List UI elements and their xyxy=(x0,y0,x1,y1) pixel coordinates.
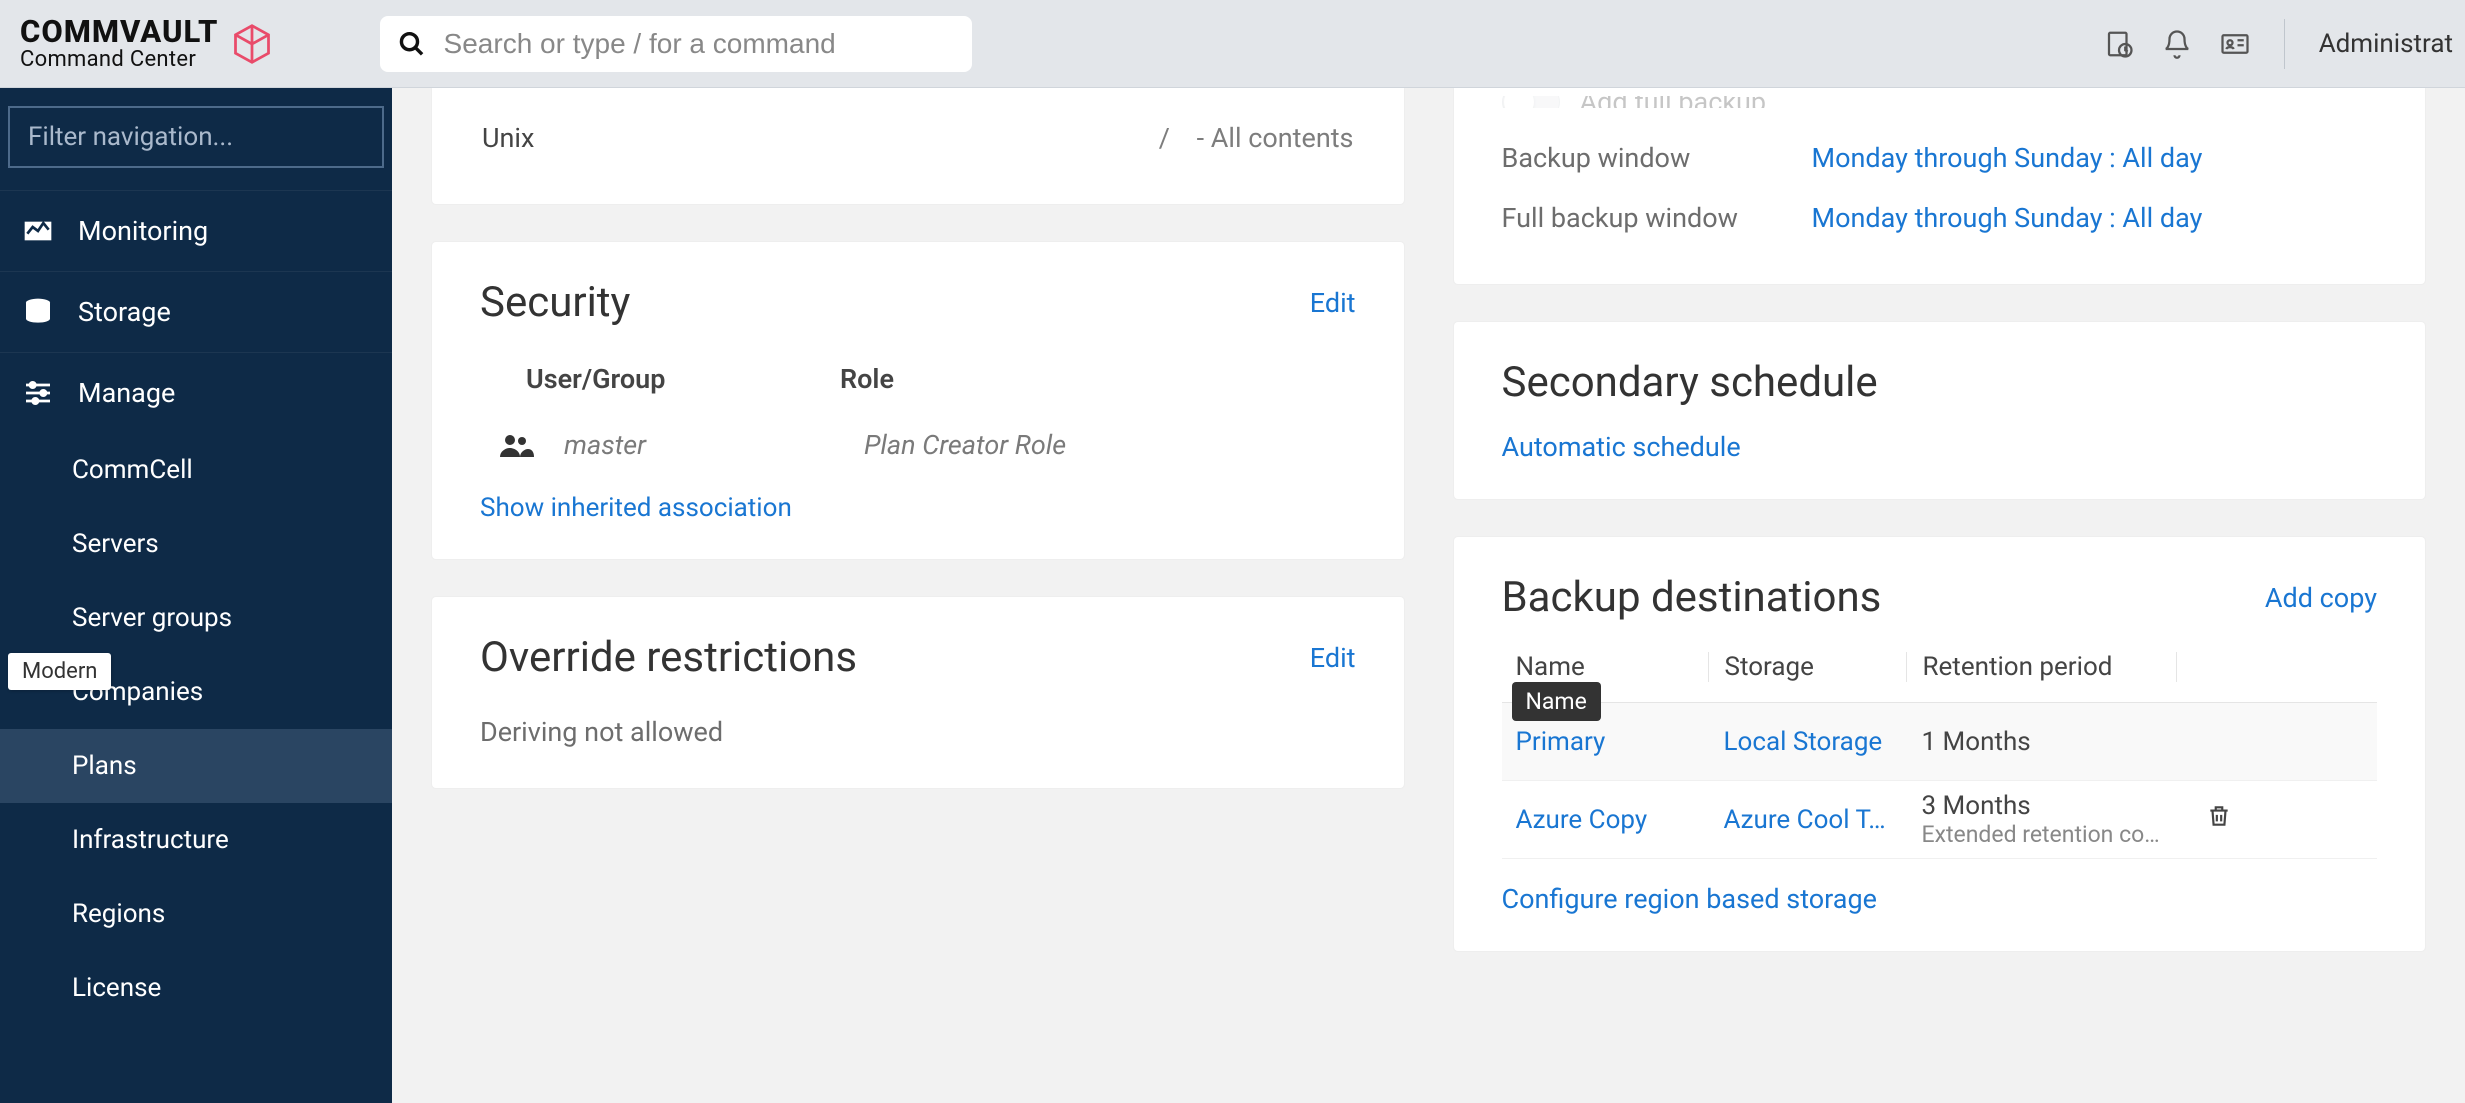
group-icon xyxy=(500,433,534,457)
security-header-role: Role xyxy=(840,363,894,395)
user-menu[interactable]: Administrat xyxy=(2319,29,2453,59)
dest-name[interactable]: Azure Copy xyxy=(1502,805,1708,835)
secondary-schedule-card: Secondary schedule Automatic schedule xyxy=(1454,322,2426,499)
dest-table-header: Name Storage Retention period Name xyxy=(1502,652,2378,703)
backup-window-label: Backup window xyxy=(1502,142,1812,174)
header-divider xyxy=(2284,19,2285,69)
override-title: Override restrictions xyxy=(480,633,857,682)
full-backup-window-value[interactable]: Monday through Sunday : All day xyxy=(1812,202,2203,234)
dest-name[interactable]: Primary xyxy=(1502,727,1708,757)
bell-icon[interactable] xyxy=(2162,29,2192,59)
override-text: Deriving not allowed xyxy=(480,712,1356,752)
sidebar-item-monitoring[interactable]: Monitoring xyxy=(0,190,392,271)
search-bar[interactable] xyxy=(380,16,972,72)
unix-separator: / xyxy=(1159,122,1170,154)
add-full-backup-label: Add full backup xyxy=(1580,96,1767,108)
dest-row-azure[interactable]: Azure Copy Azure Cool T… 3 Months Extend… xyxy=(1502,781,2378,859)
dest-col-retention[interactable]: Retention period xyxy=(1906,652,2176,682)
sidebar-sub-servers[interactable]: Servers xyxy=(0,507,392,581)
logo[interactable]: COMMVAULT Command Center xyxy=(0,16,380,71)
header: COMMVAULT Command Center Administrat xyxy=(0,0,2465,88)
dest-retention-sub: Extended retention co… xyxy=(1922,821,2172,848)
security-user: master xyxy=(564,429,864,461)
unix-value: - All contents xyxy=(1197,122,1354,154)
sidebar-item-manage[interactable]: Manage xyxy=(0,352,392,433)
sidebar-sub-license[interactable]: License xyxy=(0,951,392,1025)
backup-destinations-title: Backup destinations xyxy=(1502,573,1882,622)
add-copy-link[interactable]: Add copy xyxy=(2265,582,2377,614)
sidebar-sub-regions[interactable]: Regions xyxy=(0,877,392,951)
override-edit-link[interactable]: Edit xyxy=(1310,642,1356,674)
dest-col-name[interactable]: Name xyxy=(1502,652,1708,682)
sidebar-item-label: Storage xyxy=(78,296,171,328)
trash-icon[interactable] xyxy=(2206,803,2232,829)
sidebar-sub-server-groups[interactable]: Server groups xyxy=(0,581,392,655)
filter-navigation-input[interactable]: Filter navigation... xyxy=(8,106,384,168)
monitoring-icon xyxy=(22,215,54,247)
full-backup-window-label: Full backup window xyxy=(1502,202,1812,234)
rpo-card: Add full backup Backup window Monday thr… xyxy=(1454,88,2426,284)
backup-window-value[interactable]: Monday through Sunday : All day xyxy=(1812,142,2203,174)
main-content: Unix / - All contents Security Edit User… xyxy=(392,88,2465,1103)
logo-brand: COMMVAULT xyxy=(20,16,218,47)
security-header-user: User/Group xyxy=(480,363,840,395)
dest-col-storage[interactable]: Storage xyxy=(1708,652,1906,682)
automatic-schedule-link[interactable]: Automatic schedule xyxy=(1502,431,1741,463)
security-title: Security xyxy=(480,278,630,327)
search-input[interactable] xyxy=(444,28,954,60)
secondary-schedule-title: Secondary schedule xyxy=(1502,358,2378,407)
dest-row-primary[interactable]: Primary Local Storage 1 Months xyxy=(1502,703,2378,781)
dest-storage[interactable]: Azure Cool T… xyxy=(1708,805,1906,835)
override-card: Override restrictions Edit Deriving not … xyxy=(432,597,1404,788)
sidebar-item-label: Manage xyxy=(78,377,175,409)
storage-icon xyxy=(22,296,54,328)
sidebar-sub-infrastructure[interactable]: Infrastructure xyxy=(0,803,392,877)
modern-tooltip: Modern xyxy=(8,653,111,690)
add-full-backup-toggle[interactable] xyxy=(1502,96,1560,108)
id-card-icon[interactable] xyxy=(2220,29,2250,59)
backup-content-card: Unix / - All contents xyxy=(432,88,1404,204)
name-tooltip: Name xyxy=(1512,682,1601,721)
sidebar: Filter navigation... Monitoring Storage … xyxy=(0,88,392,1103)
security-edit-link[interactable]: Edit xyxy=(1310,287,1356,319)
backup-destinations-card: Backup destinations Add copy Name Storag… xyxy=(1454,537,2426,951)
dest-storage[interactable]: Local Storage xyxy=(1708,727,1906,757)
security-role: Plan Creator Role xyxy=(864,429,1066,461)
logo-subtitle: Command Center xyxy=(20,49,218,71)
show-inherited-link[interactable]: Show inherited association xyxy=(480,493,792,523)
sidebar-item-storage[interactable]: Storage xyxy=(0,271,392,352)
configure-region-link[interactable]: Configure region based storage xyxy=(1502,883,1877,915)
jobs-icon[interactable] xyxy=(2104,29,2134,59)
logo-cube-icon xyxy=(230,22,274,66)
sidebar-sub-plans[interactable]: Plans xyxy=(0,729,392,803)
sidebar-item-label: Monitoring xyxy=(78,215,208,247)
dest-retention: 1 Months xyxy=(1906,727,2176,757)
search-icon xyxy=(398,29,426,59)
unix-label: Unix xyxy=(482,122,534,154)
manage-icon xyxy=(22,377,54,409)
dest-retention: 3 Months xyxy=(1922,791,2176,821)
sidebar-sub-commcell[interactable]: CommCell xyxy=(0,433,392,507)
security-card: Security Edit User/Group Role master Pla… xyxy=(432,242,1404,559)
